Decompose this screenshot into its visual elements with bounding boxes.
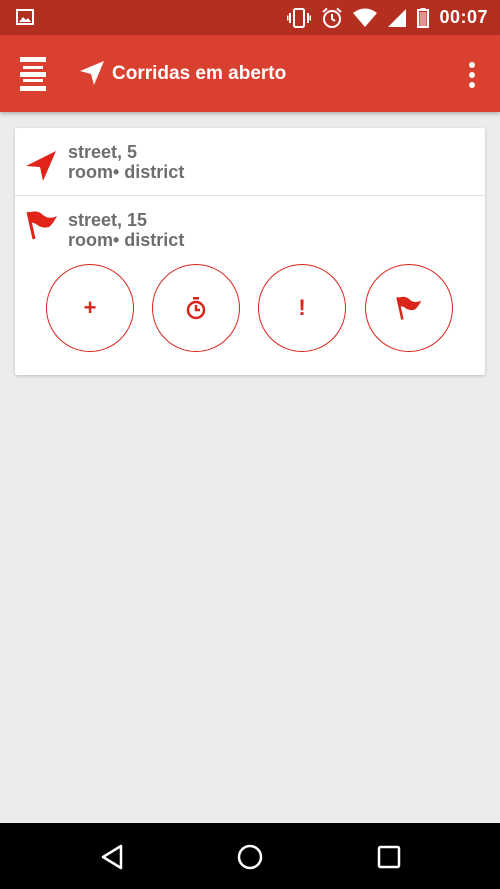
home-icon[interactable] (235, 842, 265, 872)
alert-button[interactable]: ! (258, 264, 346, 352)
stop-detail: room• district (68, 230, 185, 250)
finish-button[interactable] (365, 264, 453, 352)
list-item[interactable]: street, 5 room• district (15, 128, 485, 195)
overflow-menu-icon[interactable] (468, 61, 476, 89)
list-item[interactable]: street, 15 room• district (15, 196, 485, 264)
image-icon (16, 9, 34, 25)
system-nav-bar (0, 823, 500, 889)
ride-card[interactable]: street, 5 room• district street, 15 room… (15, 128, 485, 375)
battery-icon (417, 7, 430, 28)
app-bar: Corridas em aberto (0, 35, 500, 112)
plus-icon: + (83, 295, 97, 320)
wifi-icon (353, 8, 378, 27)
status-icons: 00:07 (287, 0, 488, 35)
flag-icon (26, 211, 57, 240)
navigation-arrow-icon (26, 151, 56, 181)
exclamation-icon: ! (298, 295, 306, 320)
stop-street: street, 15 (68, 210, 148, 230)
clock: 00:07 (439, 7, 488, 27)
navigation-arrow-icon (80, 61, 104, 85)
add-button[interactable]: + (46, 264, 134, 352)
flag-icon (396, 296, 422, 320)
status-bar: 00:07 (0, 0, 500, 35)
stop-detail: room• district (68, 162, 185, 182)
page-title: Corridas em aberto (112, 63, 287, 84)
alarm-icon (322, 7, 343, 28)
vibrate-icon (287, 7, 312, 28)
back-icon[interactable] (97, 842, 127, 872)
stopwatch-icon (186, 297, 206, 320)
signal-icon (388, 8, 407, 27)
recents-icon[interactable] (374, 842, 404, 872)
action-buttons: + ! (46, 264, 456, 354)
timer-button[interactable] (152, 264, 240, 352)
menu-icon[interactable] (20, 57, 46, 91)
stop-street: street, 5 (68, 142, 138, 162)
